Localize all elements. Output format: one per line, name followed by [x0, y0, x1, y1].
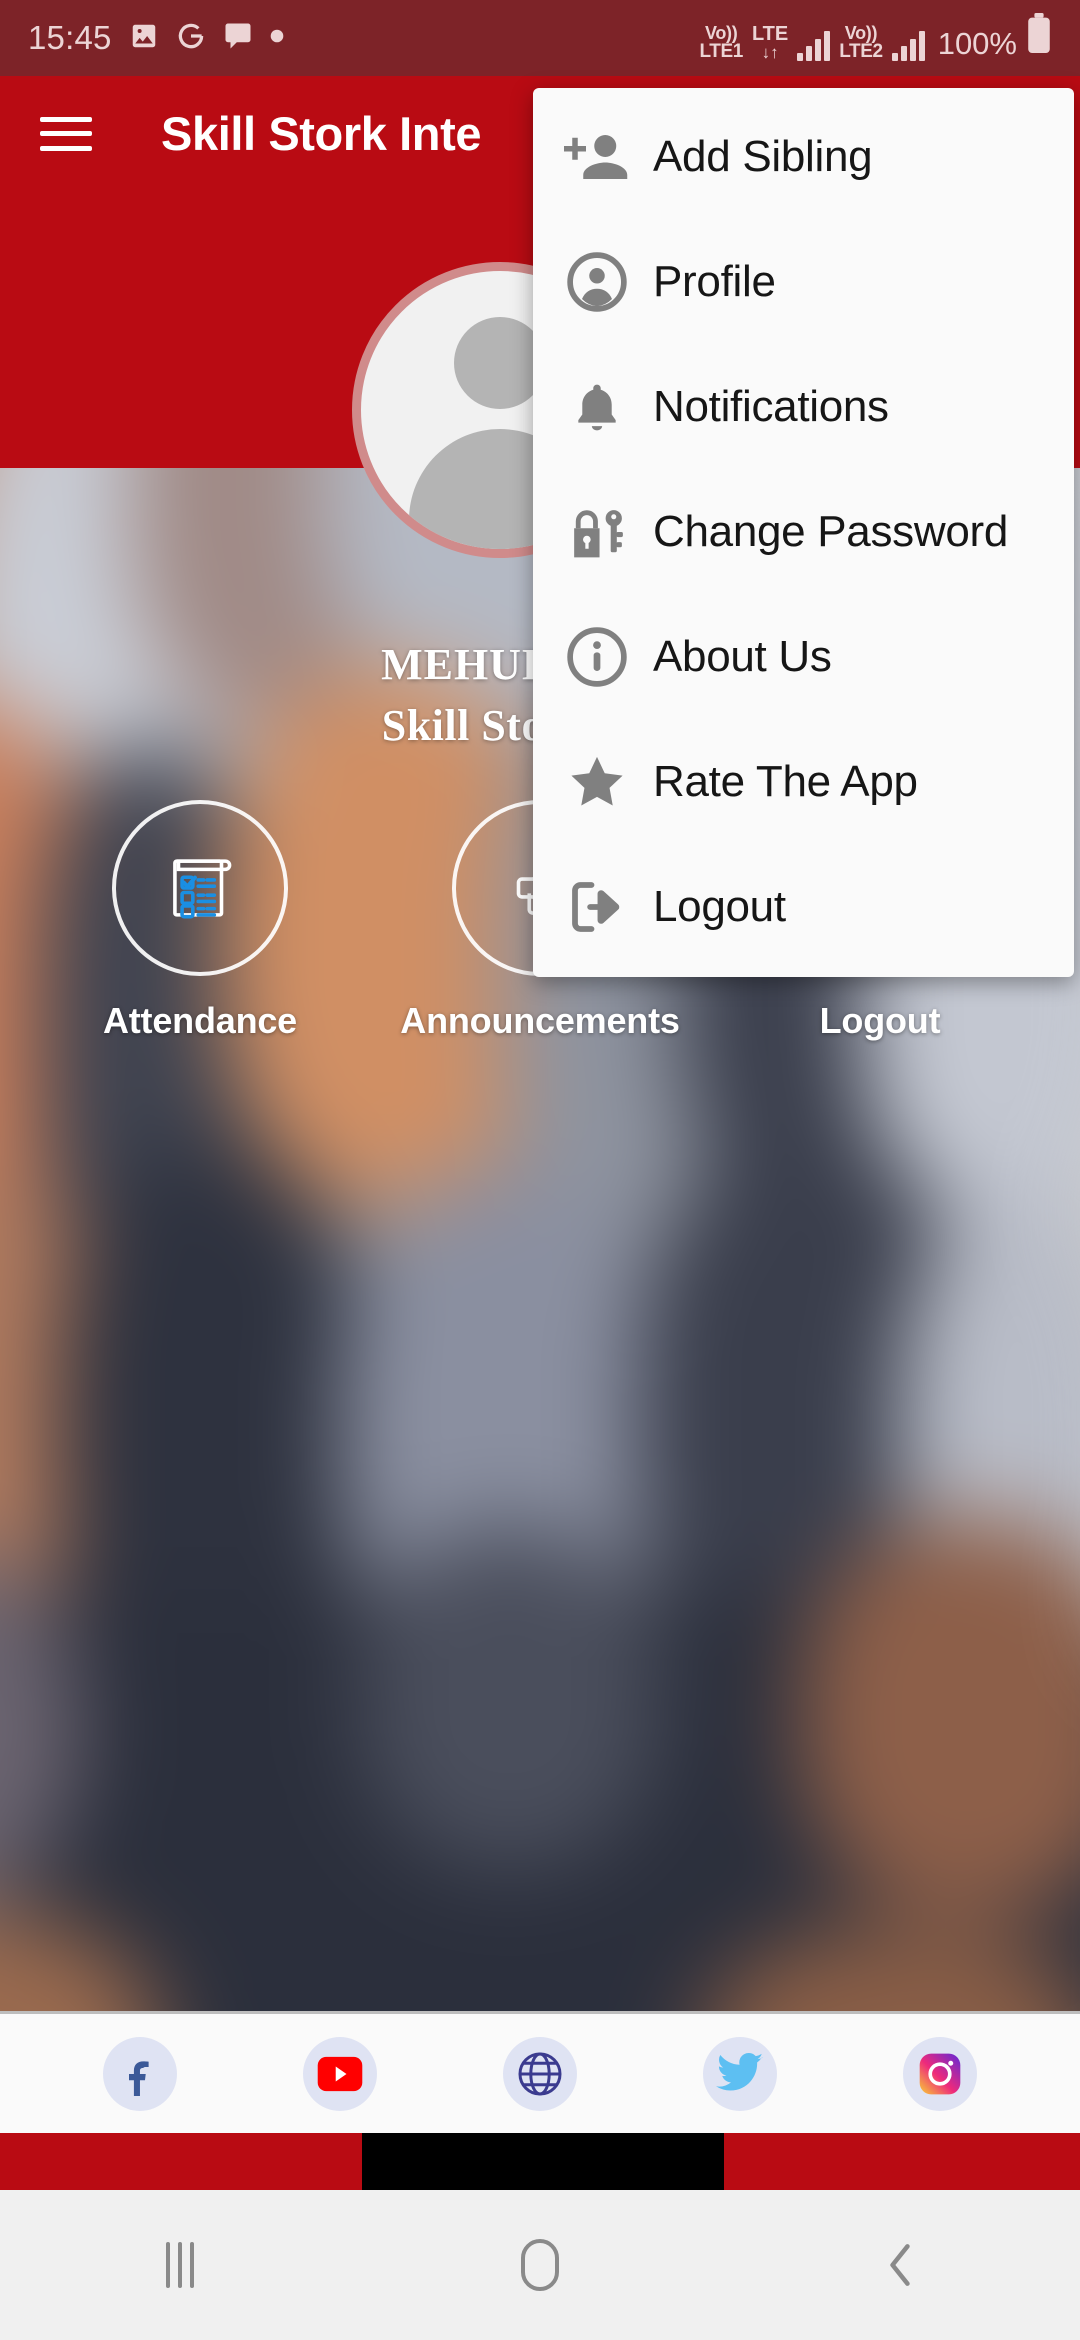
system-nav-bar	[0, 2190, 1080, 2340]
logout-arrow-icon	[561, 874, 633, 940]
menu-item-label: Rate The App	[653, 756, 918, 806]
menu-item-profile[interactable]: Profile	[533, 219, 1074, 344]
action-label: Attendance	[102, 1000, 298, 1041]
menu-item-change-password[interactable]: Change Password	[533, 469, 1074, 594]
person-add-icon	[561, 124, 633, 190]
dot-icon	[270, 29, 284, 48]
sim2-volte-label: Vo))	[844, 22, 878, 43]
social-website[interactable]	[503, 2036, 577, 2111]
menu-item-label: Add Sibling	[653, 131, 873, 181]
nav-back-button[interactable]	[720, 2237, 1080, 2293]
menu-item-label: About Us	[653, 631, 832, 681]
globe-icon	[518, 2052, 562, 2095]
nav-home-button[interactable]	[360, 2239, 720, 2291]
overflow-menu: Add Sibling Profile Notifications Change…	[533, 88, 1074, 977]
recents-icon	[166, 2242, 194, 2288]
menu-item-label: Logout	[653, 881, 786, 931]
lock-key-icon	[561, 499, 633, 565]
account-circle-icon	[561, 251, 633, 313]
app-title: Skill Stork Inte	[161, 107, 482, 160]
status-time: 15:45	[28, 19, 112, 56]
battery-percent: 100%	[937, 25, 1017, 61]
battery-icon	[1026, 12, 1052, 58]
gesture-strip	[0, 2133, 1080, 2190]
sim1-volte-label: Vo))	[704, 22, 738, 43]
action-attendance[interactable]: Attendance	[50, 800, 350, 1042]
menu-item-about-us[interactable]: About Us	[533, 594, 1074, 719]
youtube-icon	[317, 2056, 363, 2091]
attendance-circle[interactable]	[112, 800, 288, 976]
action-label: Announcements	[400, 1000, 680, 1041]
google-icon	[176, 21, 206, 56]
facebook-icon	[129, 2060, 149, 2096]
menu-item-logout[interactable]: Logout	[533, 844, 1074, 969]
social-youtube[interactable]	[303, 2036, 377, 2111]
back-icon	[890, 2244, 910, 2286]
menu-item-rate-the-app[interactable]: Rate The App	[533, 719, 1074, 844]
action-label: Logout	[819, 1000, 941, 1041]
sim1-signal-icon	[797, 30, 831, 61]
home-icon	[521, 2239, 559, 2291]
image-icon	[129, 21, 159, 56]
sim2-signal-icon	[891, 30, 925, 61]
star-icon	[561, 750, 633, 814]
lte-data-icon: LTE ↓↑	[752, 24, 788, 61]
menu-item-notifications[interactable]: Notifications	[533, 344, 1074, 469]
social-twitter[interactable]	[703, 2036, 777, 2111]
sim2-lte-label: LTE2	[839, 40, 883, 62]
nav-recents-button[interactable]	[0, 2242, 360, 2288]
sim2-volte-icon: Vo)) LTE2	[839, 22, 883, 62]
message-icon	[223, 21, 253, 56]
phone-screen: 15:45 Vo)) LTE1 LTE ↓↑ Vo)) LTE2 100% Sk…	[0, 0, 1080, 2340]
data-arrows-icon: ↓↑	[761, 42, 779, 62]
bell-icon	[561, 379, 633, 435]
checklist-icon	[173, 859, 232, 919]
sim1-volte-icon: Vo)) LTE1	[699, 22, 744, 62]
social-bar	[0, 2011, 1080, 2133]
gesture-strip-center	[362, 2133, 724, 2190]
menu-item-label: Profile	[653, 256, 776, 306]
info-circle-icon	[561, 626, 633, 688]
status-bar: 15:45 Vo)) LTE1 LTE ↓↑ Vo)) LTE2 100%	[0, 0, 1080, 76]
twitter-icon	[716, 2052, 763, 2090]
sim1-lte-label: LTE1	[699, 40, 744, 62]
menu-item-label: Notifications	[653, 381, 889, 431]
menu-item-add-sibling[interactable]: Add Sibling	[533, 94, 1074, 219]
menu-item-label: Change Password	[653, 506, 1009, 556]
instagram-icon	[919, 2053, 961, 2094]
social-facebook[interactable]	[103, 2036, 177, 2111]
social-instagram[interactable]	[903, 2036, 977, 2111]
hamburger-menu-icon[interactable]	[38, 112, 94, 156]
gesture-strip-left	[0, 2133, 362, 2190]
lte-label: LTE	[751, 22, 789, 45]
gesture-strip-right	[724, 2133, 1080, 2190]
